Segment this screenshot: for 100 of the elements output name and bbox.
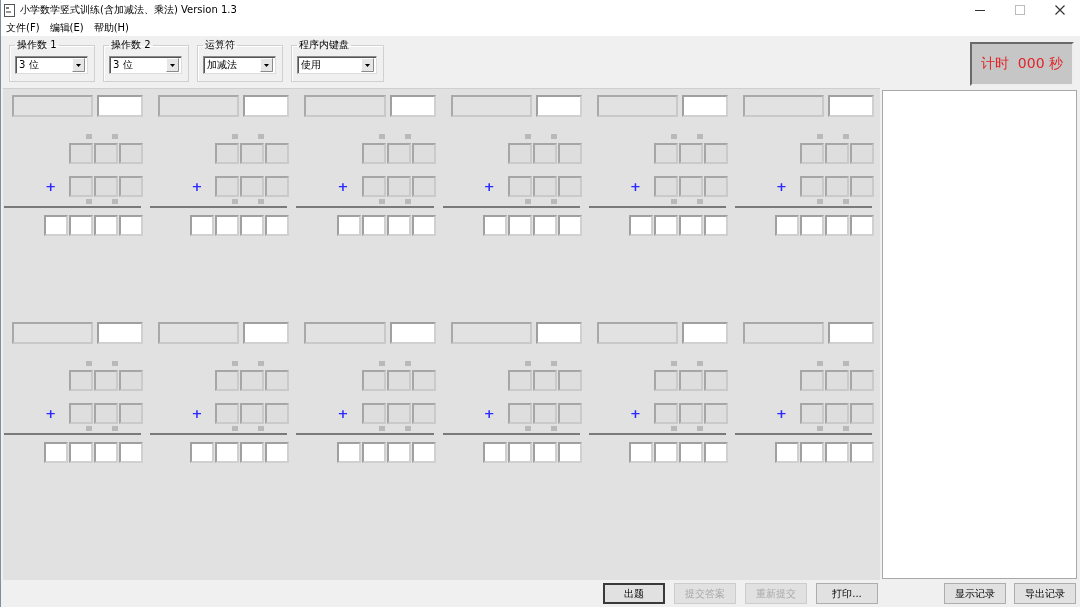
window-title: 小学数学竖式训练(含加减法、乘法) Version 1.3 <box>20 3 237 17</box>
result-field[interactable] <box>535 322 582 344</box>
carry-mark-icon <box>550 134 557 139</box>
answer-digit-field[interactable] <box>361 215 386 236</box>
answer-digit-field[interactable] <box>336 442 361 463</box>
answer-digit-field[interactable] <box>265 442 290 463</box>
digit-field <box>678 143 703 164</box>
digit-field <box>557 176 582 197</box>
result-field[interactable] <box>389 95 436 117</box>
result-field[interactable] <box>243 95 290 117</box>
answer-digit-field[interactable] <box>119 215 144 236</box>
operator-sign: + <box>191 180 203 193</box>
answer-digit-field[interactable] <box>653 215 678 236</box>
result-field[interactable] <box>389 322 436 344</box>
answer-digit-field[interactable] <box>825 442 849 463</box>
digit-field <box>215 370 240 391</box>
answer-digit-field[interactable] <box>215 215 240 236</box>
digit-field <box>653 370 678 391</box>
answer-digit-field[interactable] <box>703 215 728 236</box>
carry-mark-icon <box>378 361 385 366</box>
result-field[interactable] <box>243 322 290 344</box>
answer-digit-field[interactable] <box>507 215 532 236</box>
answer-digit-field[interactable] <box>411 215 436 236</box>
answer-digit-field[interactable] <box>215 442 240 463</box>
result-field[interactable] <box>828 95 874 117</box>
answer-digit-field[interactable] <box>265 215 290 236</box>
answer-digit-field[interactable] <box>94 442 119 463</box>
answer-digit-field[interactable] <box>361 442 386 463</box>
answer-digit-field[interactable] <box>386 215 411 236</box>
dropdown[interactable]: 3 位 <box>15 56 88 74</box>
result-field[interactable] <box>828 322 874 344</box>
answer-digit-field[interactable] <box>800 215 824 236</box>
answer-digit-field[interactable] <box>44 442 69 463</box>
answer-digit-field[interactable] <box>482 215 507 236</box>
answer-digit-field[interactable] <box>557 442 582 463</box>
carry-mark-icon <box>232 426 239 431</box>
action-button[interactable]: 打印... <box>816 583 878 604</box>
carry-mark-icon <box>404 134 411 139</box>
answer-digit-field[interactable] <box>119 442 144 463</box>
result-field[interactable] <box>681 322 728 344</box>
answer-digit-field[interactable] <box>557 215 582 236</box>
answer-digit-field[interactable] <box>850 442 874 463</box>
carry-mark-icon <box>378 134 385 139</box>
answer-digit-field[interactable] <box>336 215 361 236</box>
digit-field <box>265 403 290 424</box>
result-field[interactable] <box>97 95 144 117</box>
digit-field <box>703 403 728 424</box>
answer-digit-field[interactable] <box>240 442 265 463</box>
minimize-icon <box>975 9 985 11</box>
carry-mark-icon <box>696 426 703 431</box>
carry-mark-icon <box>112 361 119 366</box>
record-button[interactable]: 导出记录 <box>1014 583 1076 604</box>
answer-digit-field[interactable] <box>532 442 557 463</box>
answer-digit-field[interactable] <box>628 215 653 236</box>
answer-digit-field[interactable] <box>507 442 532 463</box>
answer-digit-field[interactable] <box>240 215 265 236</box>
carry-mark-icon <box>112 426 119 431</box>
result-field[interactable] <box>535 95 582 117</box>
answer-digit-field[interactable] <box>800 442 824 463</box>
answer-digit-field[interactable] <box>190 215 215 236</box>
answer-digit-field[interactable] <box>532 215 557 236</box>
dropdown[interactable]: 加减法 <box>203 56 276 74</box>
digit-field <box>653 403 678 424</box>
menu-item[interactable]: 文件(F) <box>3 21 43 35</box>
answer-digit-field[interactable] <box>69 442 94 463</box>
answer-digit-field[interactable] <box>190 442 215 463</box>
digit-field <box>265 176 290 197</box>
result-field[interactable] <box>681 95 728 117</box>
menu-item[interactable]: 编辑(E) <box>46 21 87 35</box>
digit-field <box>825 370 849 391</box>
answer-digit-field[interactable] <box>703 442 728 463</box>
answer-digit-field[interactable] <box>482 442 507 463</box>
digit-field <box>94 370 119 391</box>
digit-field <box>69 143 94 164</box>
dropdown[interactable]: 使用 <box>297 56 377 74</box>
answer-digit-field[interactable] <box>678 442 703 463</box>
answer-digit-field[interactable] <box>653 442 678 463</box>
operator-sign: + <box>45 407 57 420</box>
answer-digit-field[interactable] <box>628 442 653 463</box>
answer-digit-field[interactable] <box>94 215 119 236</box>
answer-digit-field[interactable] <box>411 442 436 463</box>
answer-digit-field[interactable] <box>69 215 94 236</box>
dropdown[interactable]: 3 位 <box>109 56 182 74</box>
answer-digit-field[interactable] <box>775 442 799 463</box>
answer-digit-field[interactable] <box>678 215 703 236</box>
answer-digit-field[interactable] <box>850 215 874 236</box>
answer-digit-field[interactable] <box>44 215 69 236</box>
caret-icon <box>166 58 179 72</box>
result-field[interactable] <box>97 322 144 344</box>
answer-digit-field[interactable] <box>775 215 799 236</box>
action-button[interactable]: 出题 <box>603 583 665 604</box>
menu-item[interactable]: 帮助(H) <box>90 21 132 35</box>
record-button[interactable]: 显示记录 <box>944 583 1006 604</box>
answer-digit-field[interactable] <box>386 442 411 463</box>
digit-field <box>507 176 532 197</box>
operator-sign: + <box>483 407 495 420</box>
timer-display: 计时 000 秒 <box>970 42 1074 86</box>
answer-digit-field[interactable] <box>825 215 849 236</box>
carry-mark-icon <box>696 134 703 139</box>
digit-field <box>507 403 532 424</box>
